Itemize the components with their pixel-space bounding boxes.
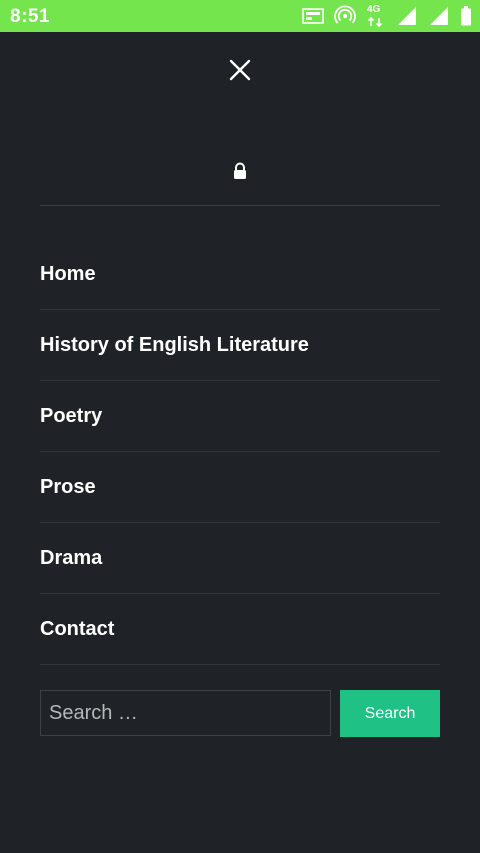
menu-item-label: Contact (40, 617, 115, 640)
menu-item-label: Home (40, 262, 96, 285)
status-icons: 4G (292, 4, 472, 27)
4g-data-icon: 4G (366, 4, 386, 27)
battery-icon (460, 5, 472, 27)
status-time: 8:51 (10, 6, 51, 27)
status-bar: 8:51 4G (0, 0, 480, 32)
nav-menu: Home History of English Literature Poetr… (40, 239, 440, 665)
menu-item-label: Drama (40, 546, 103, 569)
mobile-menu-panel: Home History of English Literature Poetr… (0, 32, 480, 853)
menu-item-contact[interactable]: Contact (40, 594, 440, 665)
menu-item-label: History of English Literature (40, 333, 309, 356)
menu-item-poetry[interactable]: Poetry (40, 381, 440, 452)
menu-item-history-of-english-literature[interactable]: History of English Literature (40, 310, 440, 381)
lock-icon (234, 162, 246, 179)
search-button[interactable]: Search (340, 690, 440, 737)
signal-icon (428, 5, 450, 27)
search-input[interactable] (40, 690, 331, 736)
menu-item-drama[interactable]: Drama (40, 523, 440, 594)
divider (40, 205, 440, 206)
menu-item-prose[interactable]: Prose (40, 452, 440, 523)
signal-icon (396, 5, 418, 27)
menu-item-label: Poetry (40, 404, 103, 427)
menu-item-home[interactable]: Home (40, 239, 440, 310)
close-menu-button[interactable] (222, 52, 258, 88)
volte-icon (302, 5, 324, 27)
search-form: Search (40, 690, 440, 738)
close-icon (229, 59, 251, 81)
hotspot-icon (334, 5, 356, 27)
menu-item-label: Prose (40, 475, 96, 498)
